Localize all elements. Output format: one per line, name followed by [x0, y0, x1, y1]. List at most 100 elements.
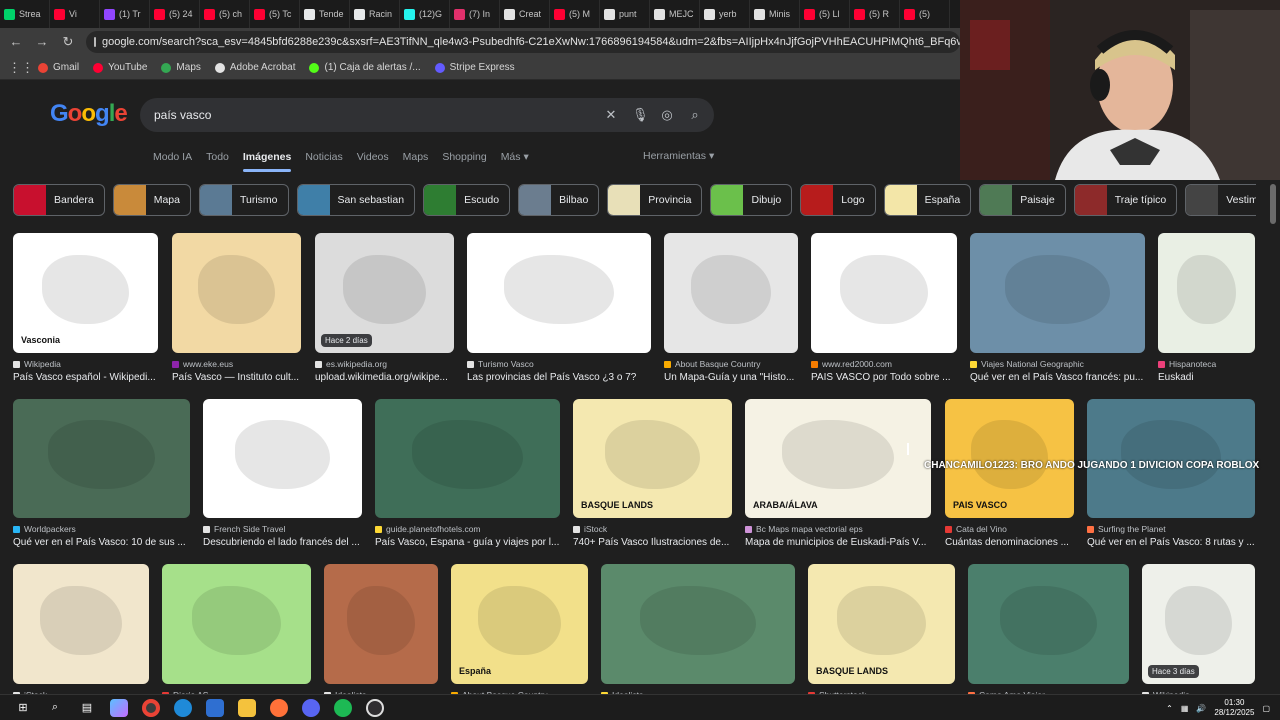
image-result[interactable]: guide.planetofhotels.com País Vasco, Espa…: [375, 399, 560, 548]
filter-tab[interactable]: Maps: [403, 150, 443, 172]
result-thumbnail[interactable]: [968, 564, 1129, 684]
related-chip[interactable]: Paisaje: [979, 184, 1066, 216]
related-chip[interactable]: San sebastian: [296, 184, 416, 216]
image-result[interactable]: Turismo Vasco Las provincias del País Vas…: [467, 233, 651, 383]
result-title[interactable]: Cuántas denominaciones ...: [945, 537, 1074, 548]
address-bar[interactable]: google.com/search?sca_esv=4845bfd6288e23…: [86, 31, 960, 53]
bookmark-item[interactable]: Gmail: [38, 62, 79, 73]
result-source[interactable]: Bc Maps mapa vectorial eps: [745, 524, 931, 534]
obs-icon[interactable]: [366, 698, 384, 717]
browser-tab[interactable]: Creat: [500, 0, 550, 28]
clear-icon[interactable]: ✕: [604, 108, 618, 122]
result-title[interactable]: upload.wikimedia.org/wikipe...: [315, 372, 454, 383]
network-icon[interactable]: ▦: [1181, 704, 1189, 713]
browser-tab[interactable]: Tende: [300, 0, 350, 28]
notifications-icon[interactable]: ▢: [1262, 704, 1270, 713]
image-result[interactable]: Vasconia Wikipedia País Vasco español - Wi…: [13, 233, 158, 383]
google-logo[interactable]: Google: [50, 100, 128, 128]
edge-icon[interactable]: [174, 698, 192, 717]
related-chip[interactable]: España: [883, 184, 972, 216]
image-result[interactable]: www.eke.eus País Vasco — Instituto cult..…: [172, 233, 301, 383]
forward-icon[interactable]: →: [34, 34, 50, 50]
result-thumbnail[interactable]: España: [451, 564, 588, 684]
scrollbar[interactable]: [1270, 184, 1276, 224]
tools-button[interactable]: Herramientas ▾: [643, 150, 714, 162]
related-chip[interactable]: Bilbao: [518, 184, 600, 216]
result-title[interactable]: País Vasco español - Wikipedi...: [13, 372, 158, 383]
result-source[interactable]: es.wikipedia.org: [315, 359, 454, 369]
result-title[interactable]: PAIS VASCO por Todo sobre ...: [811, 372, 957, 383]
result-thumbnail[interactable]: [664, 233, 798, 353]
windows-start-icon[interactable]: ⊞: [14, 699, 32, 717]
result-thumbnail[interactable]: PAIS VASCO: [945, 399, 1074, 518]
browser-tab[interactable]: (5) R: [850, 0, 900, 28]
related-chip[interactable]: Turismo: [198, 184, 289, 216]
result-title[interactable]: Un Mapa-Guía y una "Histo...: [664, 372, 798, 383]
result-title[interactable]: País Vasco — Instituto cult...: [172, 372, 301, 383]
browser-tab[interactable]: Minis: [750, 0, 800, 28]
result-thumbnail[interactable]: [375, 399, 560, 518]
related-chip[interactable]: Traje típico: [1073, 184, 1178, 216]
task-view-icon[interactable]: ▤: [78, 699, 96, 717]
result-title[interactable]: Las provincias del País Vasco ¿3 o 7?: [467, 372, 651, 383]
result-title[interactable]: Euskadi: [1158, 372, 1255, 383]
browser-tab[interactable]: Vi: [50, 0, 100, 28]
discord-icon[interactable]: [302, 698, 320, 717]
result-source[interactable]: iStock: [573, 524, 732, 534]
bookmark-item[interactable]: (1) Caja de alertas /...: [309, 62, 421, 73]
browser-tab[interactable]: (1) Tr: [100, 0, 150, 28]
chevron-up-icon[interactable]: ⌃: [1166, 704, 1173, 713]
result-source[interactable]: Hispanoteca: [1158, 359, 1255, 369]
related-chip[interactable]: Provincia: [607, 184, 703, 216]
result-source[interactable]: www.red2000.com: [811, 359, 957, 369]
result-thumbnail[interactable]: [172, 233, 301, 353]
filter-tab[interactable]: Todo: [206, 150, 243, 172]
image-result[interactable]: About Basque Country Un Mapa-Guía y una "…: [664, 233, 798, 383]
filter-tab[interactable]: Videos: [357, 150, 403, 172]
result-thumbnail[interactable]: ARABA/ÁLAVA: [745, 399, 931, 518]
result-thumbnail[interactable]: [811, 233, 957, 353]
clock[interactable]: 01:30 28/12/2025: [1214, 698, 1254, 718]
result-source[interactable]: Wikipedia: [13, 359, 158, 369]
file-explorer-icon[interactable]: [238, 698, 256, 717]
lens-icon[interactable]: ◎: [660, 108, 674, 122]
image-result[interactable]: Hace 3 díasWikipedia: [1142, 564, 1255, 700]
result-thumbnail[interactable]: BASQUE LANDS: [808, 564, 955, 684]
store-icon[interactable]: [206, 698, 224, 717]
bookmark-item[interactable]: Stripe Express: [434, 62, 515, 73]
image-result[interactable]: EspañaAbout Basque Country: [451, 564, 588, 700]
result-title[interactable]: País Vasco, Espana - guía y viajes por l…: [375, 537, 560, 548]
result-thumbnail[interactable]: BASQUE LANDS: [573, 399, 732, 518]
search-icon[interactable]: ⌕: [46, 699, 64, 717]
firefox-icon[interactable]: [270, 698, 288, 717]
result-source[interactable]: Worldpackers: [13, 524, 190, 534]
image-result[interactable]: Idealista: [324, 564, 438, 700]
filter-tab[interactable]: Modo IA: [153, 150, 206, 172]
result-thumbnail[interactable]: [1158, 233, 1255, 353]
browser-tab[interactable]: (5) M: [550, 0, 600, 28]
result-title[interactable]: Qué ver en el País Vasco: 8 rutas y ...: [1087, 537, 1255, 548]
browser-tab[interactable]: (5) ch: [200, 0, 250, 28]
chrome-icon[interactable]: [142, 698, 160, 717]
image-result[interactable]: Idealista: [601, 564, 795, 700]
image-result[interactable]: Diario AS: [162, 564, 311, 700]
filter-tab[interactable]: Más ▾: [501, 150, 543, 172]
result-thumbnail[interactable]: [13, 564, 149, 684]
browser-tab[interactable]: (5) Ll: [800, 0, 850, 28]
result-source[interactable]: Surfing the Planet: [1087, 524, 1255, 534]
image-result[interactable]: French Side Travel Descubriendo el lado f…: [203, 399, 362, 548]
result-thumbnail[interactable]: [970, 233, 1145, 353]
browser-tab[interactable]: Racin: [350, 0, 400, 28]
image-result[interactable]: Worldpackers Qué ver en el País Vasco: 10…: [13, 399, 190, 548]
result-thumbnail[interactable]: [324, 564, 438, 684]
result-thumbnail[interactable]: [203, 399, 362, 518]
result-title[interactable]: 740+ País Vasco Ilustraciones de...: [573, 537, 732, 548]
result-thumbnail[interactable]: [162, 564, 311, 684]
related-chip[interactable]: Dibujo: [710, 184, 793, 216]
image-result[interactable]: BASQUE LANDSShutterstock: [808, 564, 955, 700]
search-input[interactable]: país vasco: [154, 108, 211, 122]
browser-tab[interactable]: punt: [600, 0, 650, 28]
browser-tab[interactable]: MEJC: [650, 0, 700, 28]
result-title[interactable]: Descubriendo el lado francés del ...: [203, 537, 362, 548]
site-info-icon[interactable]: [94, 37, 96, 47]
